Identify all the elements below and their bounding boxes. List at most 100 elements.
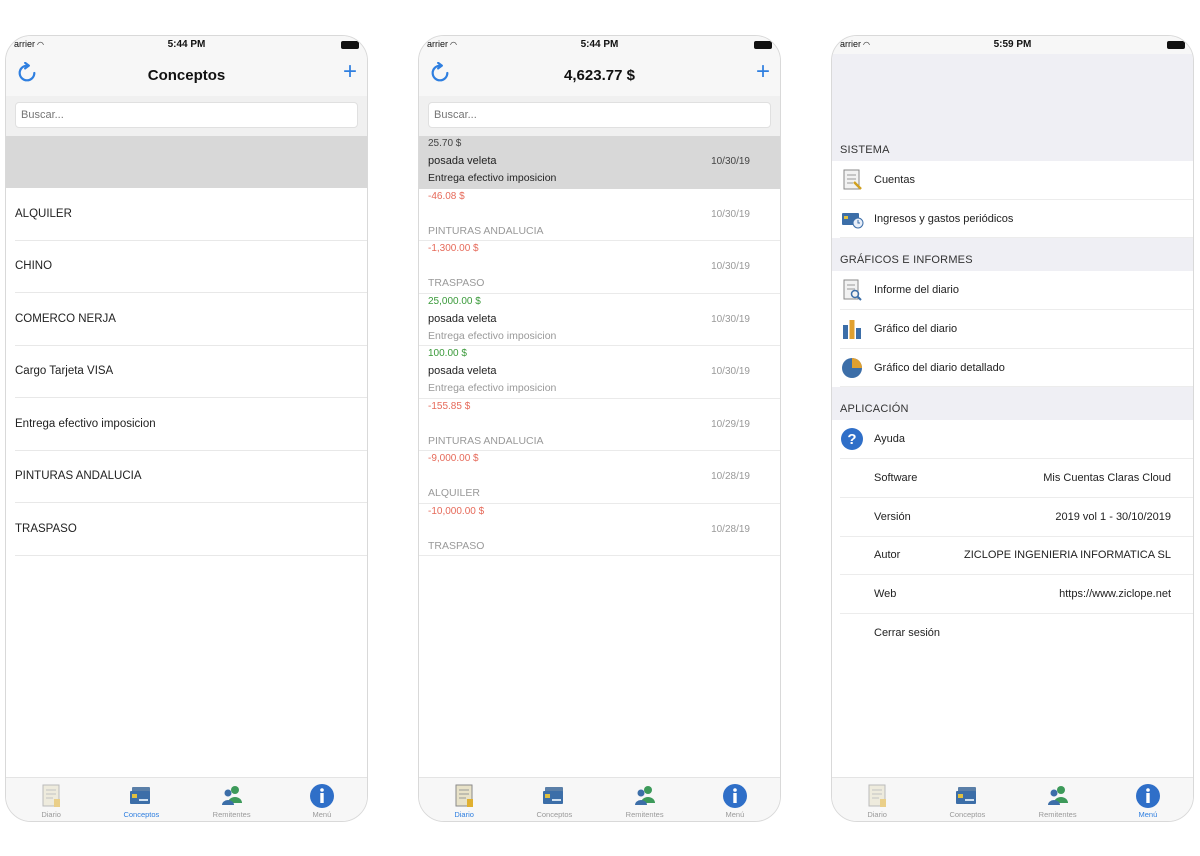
selected-row-placeholder [6, 136, 367, 188]
menu-item-grafico-diario[interactable]: Gráfico del diario [840, 310, 1193, 349]
list-item[interactable]: Entrega efectivo imposicion [15, 398, 367, 451]
tab-conceptos[interactable]: Conceptos [96, 778, 186, 821]
list-item[interactable]: ALQUILER [15, 188, 367, 241]
users-icon [221, 786, 242, 805]
transaction-row[interactable]: -1,300.00 $ TRASPASO 10/30/19 [419, 241, 780, 294]
transaction-row[interactable]: -9,000.00 $ ALQUILER 10/28/19 [419, 451, 780, 504]
web-link[interactable]: https://www.ziclope.net [1059, 588, 1171, 600]
autor-value: ZICLOPE INGENIERIA INFORMATICA SL [963, 549, 1171, 562]
bar-chart-icon [843, 319, 861, 339]
list-item[interactable]: COMERCO NERJA [15, 293, 367, 346]
tab-bar: Diario Conceptos Remitentes Menú [6, 777, 367, 821]
menu-item-web[interactable]: Web https://www.ziclope.net [840, 575, 1193, 614]
tab-bar: Diario Conceptos Remitentes Menú [419, 777, 780, 821]
transaction-date: 10/30/19 [711, 313, 750, 325]
menu-item-grafico-detallado[interactable]: Gráfico del diario detallado [840, 349, 1193, 388]
phone-screen-conceptos: arrier◠ 5:44 PM Conceptos + ALQUILER CHI… [5, 35, 368, 822]
transaction-amount: -9,000.00 $ [428, 453, 479, 464]
logout-button[interactable]: Cerrar sesión [840, 614, 1193, 653]
info-icon [1135, 784, 1160, 808]
cards-icon [956, 787, 977, 804]
tab-conceptos[interactable]: Conceptos [509, 778, 599, 821]
refresh-icon[interactable] [429, 62, 451, 84]
software-value: Mis Cuentas Claras Cloud [1043, 471, 1171, 484]
tab-menu[interactable]: Menú [1103, 778, 1193, 821]
tab-menu[interactable]: Menú [277, 778, 367, 821]
transaction-row[interactable]: -155.85 $ PINTURAS ANDALUCIA 10/29/19 [419, 399, 780, 451]
transaction-row[interactable]: 25,000.00 $ posada veleta Entrega efecti… [419, 294, 780, 346]
pie-chart-icon [842, 357, 862, 378]
add-transaction-button[interactable]: + [756, 60, 770, 84]
section-header-sistema: SISTEMA [832, 128, 1193, 161]
battery-icon [1167, 41, 1185, 49]
page-title: Conceptos [147, 66, 226, 84]
list-item[interactable]: Cargo Tarjeta VISA [15, 346, 367, 398]
transaction-concept: Entrega efectivo imposicion [428, 172, 557, 184]
transaction-row[interactable]: -46.08 $ PINTURAS ANDALUCIA 10/30/19 [419, 189, 780, 241]
transaction-concept: PINTURAS ANDALUCIA [428, 224, 544, 237]
tab-diario[interactable]: Diario [832, 778, 922, 821]
menu-item-informe-diario[interactable]: Informe del diario [840, 271, 1193, 311]
cards-icon [130, 787, 151, 804]
menu-header-area [832, 54, 1193, 128]
report-magnifier-icon [843, 279, 862, 301]
refresh-icon[interactable] [16, 62, 38, 84]
transaction-date: 10/28/19 [711, 523, 750, 535]
search-input[interactable] [428, 102, 771, 128]
cards-icon [543, 787, 564, 804]
users-icon [634, 786, 655, 805]
version-value: 2019 vol 1 - 30/10/2019 [1055, 510, 1171, 523]
transaction-date: 10/30/19 [711, 156, 750, 167]
tab-remitentes[interactable]: Remitentes [1013, 778, 1103, 821]
add-button[interactable]: + [343, 60, 357, 84]
help-icon: ? [841, 428, 863, 451]
transaction-date: 10/30/19 [711, 261, 750, 272]
balance-title: 4,623.77 $ [564, 66, 635, 84]
phone-screen-menu: arrier ◠ 5:59 PM SISTEMA Cuentas Ingresos… [831, 35, 1194, 822]
transaction-payee: posada veleta [428, 312, 497, 325]
transaction-amount: -1,300.00 $ [428, 243, 479, 254]
transaction-amount: 25.70 $ [428, 138, 462, 149]
transaction-list: 25.70 $ posada veleta Entrega efectivo i… [419, 136, 780, 556]
menu-item-cuentas[interactable]: Cuentas [840, 161, 1193, 200]
tab-remitentes[interactable]: Remitentes [187, 778, 277, 821]
transaction-row[interactable]: 100.00 $ posada veleta Entrega efectivo … [419, 346, 780, 399]
transaction-amount: 25,000.00 $ [428, 295, 481, 307]
status-time: 5:44 PM [580, 39, 619, 50]
status-bar: arrier ◠ 5:44 PM [6, 36, 367, 54]
list-item[interactable]: TRASPASO [15, 503, 367, 556]
section-header-graficos: GRÁFICOS E INFORMES [832, 238, 1193, 272]
nav-bar: 4,623.77 $ + [419, 54, 780, 96]
menu-item-ingresos-gastos[interactable]: Ingresos y gastos periódicos [840, 200, 1193, 239]
tab-menu[interactable]: Menú [690, 778, 780, 821]
status-time: 5:59 PM [993, 39, 1032, 50]
journal-icon [42, 784, 61, 807]
tab-diario[interactable]: Diario [6, 778, 96, 821]
transaction-concept: PINTURAS ANDALUCIA [428, 434, 544, 447]
transaction-concept: Entrega efectivo imposicion [428, 382, 557, 394]
transaction-concept: TRASPASO [428, 539, 485, 552]
battery-icon [754, 41, 772, 49]
transaction-concept: Entrega efectivo imposicion [428, 329, 557, 342]
list-item[interactable]: PINTURAS ANDALUCIA [15, 451, 367, 503]
menu-item-software: Software Mis Cuentas Claras Cloud [840, 459, 1193, 498]
status-time: 5:44 PM [167, 39, 206, 50]
transaction-amount: -155.85 $ [428, 400, 471, 412]
info-icon [309, 784, 334, 808]
menu-item-ayuda[interactable]: ? Ayuda [840, 420, 1193, 460]
search-input[interactable] [15, 102, 358, 128]
tab-diario[interactable]: Diario [419, 778, 509, 821]
menu-item-autor: Autor ZICLOPE INGENIERIA INFORMATICA SL [840, 537, 1193, 576]
transaction-row[interactable]: 25.70 $ posada veleta Entrega efectivo i… [419, 136, 780, 189]
tab-remitentes[interactable]: Remitentes [600, 778, 690, 821]
search-bar [6, 96, 367, 136]
transaction-concept: ALQUILER [428, 487, 480, 499]
transaction-date: 10/30/19 [711, 366, 750, 377]
phone-screen-diario: arrier◠ 5:44 PM 4,623.77 $ + 25.70 $ pos… [418, 35, 781, 822]
tab-conceptos[interactable]: Conceptos [922, 778, 1012, 821]
journal-icon [455, 784, 474, 807]
list-item[interactable]: CHINO [15, 241, 367, 293]
transaction-date: 10/29/19 [711, 418, 750, 430]
transaction-row[interactable]: -10,000.00 $ TRASPASO 10/28/19 [419, 504, 780, 556]
menu-list: SISTEMA Cuentas Ingresos y gastos periód… [832, 128, 1193, 653]
